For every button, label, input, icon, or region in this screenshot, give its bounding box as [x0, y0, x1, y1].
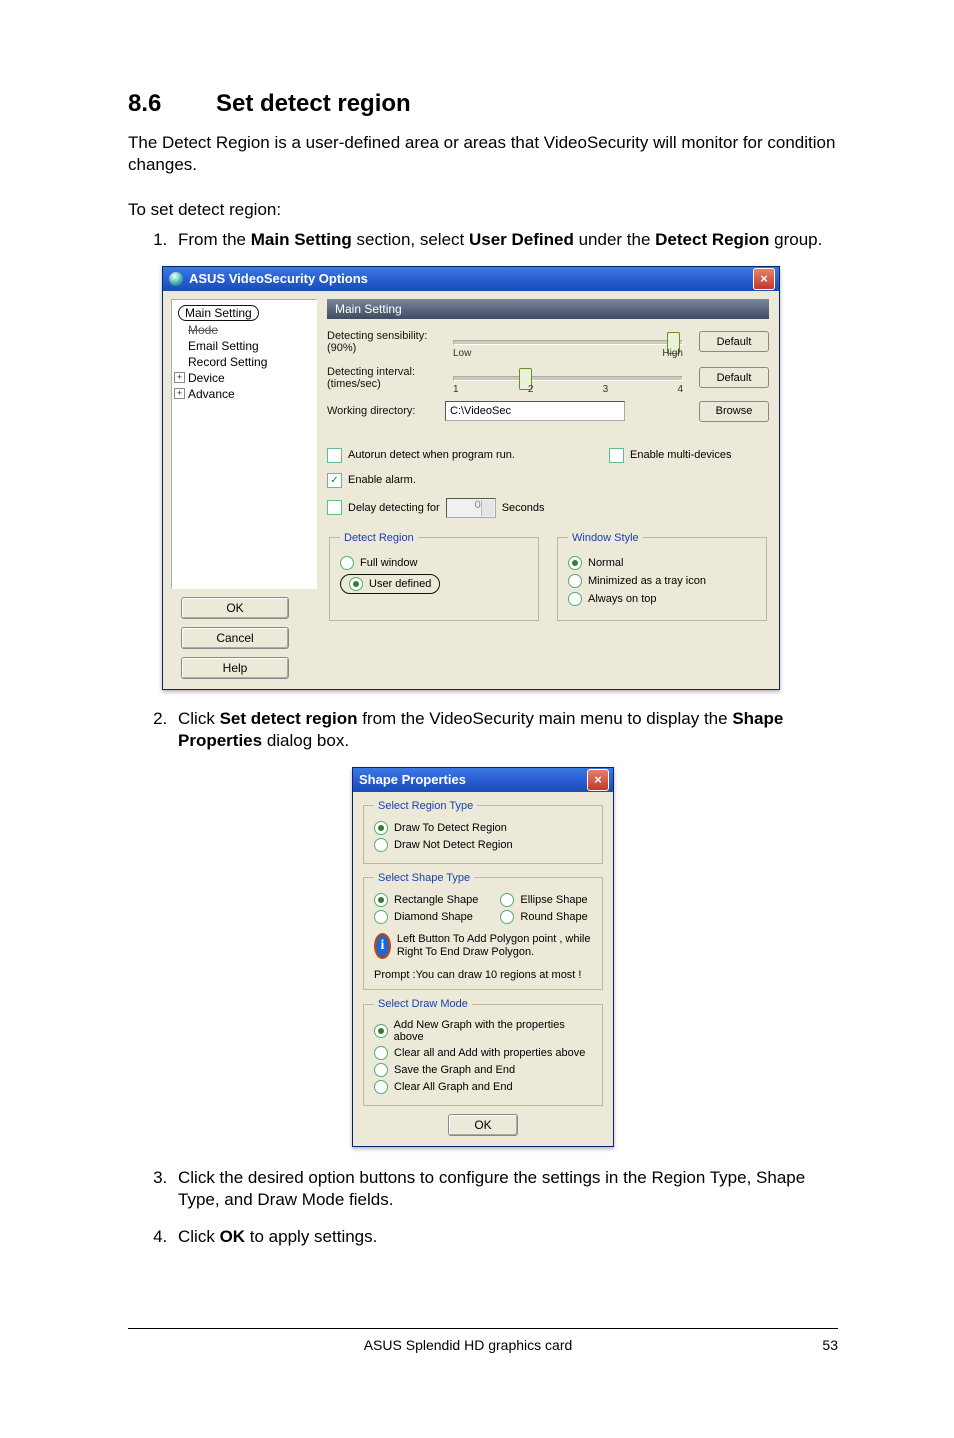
diamond-radio[interactable]: Diamond Shape [374, 910, 478, 924]
autorun-checkbox[interactable]: Autorun detect when program run. [327, 448, 595, 463]
interval-slider[interactable]: 1 2 3 4 [445, 365, 691, 391]
interval-default-button[interactable]: Default [699, 367, 769, 388]
section-title: Set detect region [216, 90, 411, 117]
prompt-text: Prompt :You can draw 10 regions at most … [374, 969, 592, 981]
tray-radio[interactable]: Minimized as a tray icon [568, 574, 756, 588]
draw-to-radio[interactable]: Draw To Detect Region [374, 821, 592, 835]
tree-mode[interactable]: Mode [174, 322, 314, 338]
sensibility-slider[interactable]: LowHigh [445, 329, 691, 355]
sensibility-default-button[interactable]: Default [699, 331, 769, 352]
shape-titlebar: Shape Properties × [353, 768, 613, 792]
sensibility-value: (90%) [327, 342, 437, 354]
options-window: ASUS VideoSecurity Options × Main Settin… [162, 266, 780, 690]
cancel-button[interactable]: Cancel [181, 627, 289, 649]
shape-type-group: Select Shape Type Rectangle Shape Diamon… [363, 872, 603, 990]
normal-radio[interactable]: Normal [568, 556, 756, 570]
interval-label: Detecting interval: [327, 366, 437, 378]
top-radio[interactable]: Always on top [568, 592, 756, 606]
detect-region-group: Detect Region Full window User defined [329, 532, 539, 621]
step-4: Click OK to apply settings. [172, 1226, 838, 1248]
tree-main-setting[interactable]: Main Setting [174, 304, 314, 322]
workdir-input[interactable] [445, 401, 625, 421]
step-3: Click the desired option buttons to conf… [172, 1167, 838, 1212]
shape-properties-window: Shape Properties × Select Region Type Dr… [352, 767, 614, 1147]
sensibility-label: Detecting sensibility: [327, 330, 437, 342]
step-1: From the Main Setting section, select Us… [172, 229, 838, 251]
save-end-radio[interactable]: Save the Graph and End [374, 1063, 592, 1077]
user-defined-radio[interactable]: User defined [340, 574, 528, 594]
app-icon [169, 272, 183, 286]
tree-advance[interactable]: Advance [174, 386, 314, 402]
page-number: 53 [808, 1337, 838, 1353]
footer-text: ASUS Splendid HD graphics card [364, 1337, 573, 1353]
ok-button[interactable]: OK [181, 597, 289, 619]
intro-paragraph: The Detect Region is a user-defined area… [128, 132, 838, 177]
rectangle-radio[interactable]: Rectangle Shape [374, 893, 478, 907]
steps-list: From the Main Setting section, select Us… [128, 229, 838, 251]
workdir-label: Working directory: [327, 405, 437, 417]
help-button[interactable]: Help [181, 657, 289, 679]
clear-end-radio[interactable]: Clear All Graph and End [374, 1080, 592, 1094]
add-new-radio[interactable]: Add New Graph with the properties above [374, 1019, 592, 1043]
delay-spinner[interactable]: 0 [446, 498, 496, 518]
section-number: 8.6 [128, 90, 216, 118]
interval-unit: (times/sec) [327, 378, 437, 390]
region-type-group: Select Region Type Draw To Detect Region… [363, 800, 603, 864]
info-icon: i [374, 933, 391, 959]
shape-ok-button[interactable]: OK [448, 1114, 518, 1136]
multi-devices-checkbox[interactable]: Enable multi-devices [609, 448, 769, 463]
hint-row: i Left Button To Add Polygon point , whi… [374, 933, 592, 959]
lead-in: To set detect region: [128, 199, 838, 221]
panel-title: Main Setting [327, 299, 769, 319]
step-2: Click Set detect region from the VideoSe… [172, 708, 838, 753]
nav-tree: Main Setting Mode Email Setting Record S… [171, 299, 317, 589]
close-icon[interactable]: × [587, 769, 609, 791]
section-heading: 8.6Set detect region [128, 90, 838, 118]
tree-email[interactable]: Email Setting [174, 338, 314, 354]
options-title: ASUS VideoSecurity Options [189, 271, 368, 286]
window-style-group: Window Style Normal Minimized as a tray … [557, 532, 767, 621]
close-icon[interactable]: × [753, 268, 775, 290]
tree-record[interactable]: Record Setting [174, 354, 314, 370]
draw-not-radio[interactable]: Draw Not Detect Region [374, 838, 592, 852]
tree-device[interactable]: Device [174, 370, 314, 386]
draw-mode-group: Select Draw Mode Add New Graph with the … [363, 998, 603, 1106]
browse-button[interactable]: Browse [699, 401, 769, 422]
enable-alarm-checkbox[interactable]: ✓Enable alarm. [327, 473, 595, 488]
steps-list-2: Click Set detect region from the VideoSe… [128, 708, 838, 753]
clear-add-radio[interactable]: Clear all and Add with properties above [374, 1046, 592, 1060]
ellipse-radio[interactable]: Ellipse Shape [500, 893, 587, 907]
options-titlebar: ASUS VideoSecurity Options × [163, 267, 779, 291]
steps-list-3: Click the desired option buttons to conf… [128, 1167, 838, 1248]
full-window-radio[interactable]: Full window [340, 556, 528, 570]
page-footer: ASUS Splendid HD graphics card 53 [128, 1328, 838, 1353]
shape-title: Shape Properties [359, 772, 466, 787]
round-radio[interactable]: Round Shape [500, 910, 587, 924]
delay-checkbox[interactable]: Delay detecting for 0 Seconds [327, 498, 595, 518]
